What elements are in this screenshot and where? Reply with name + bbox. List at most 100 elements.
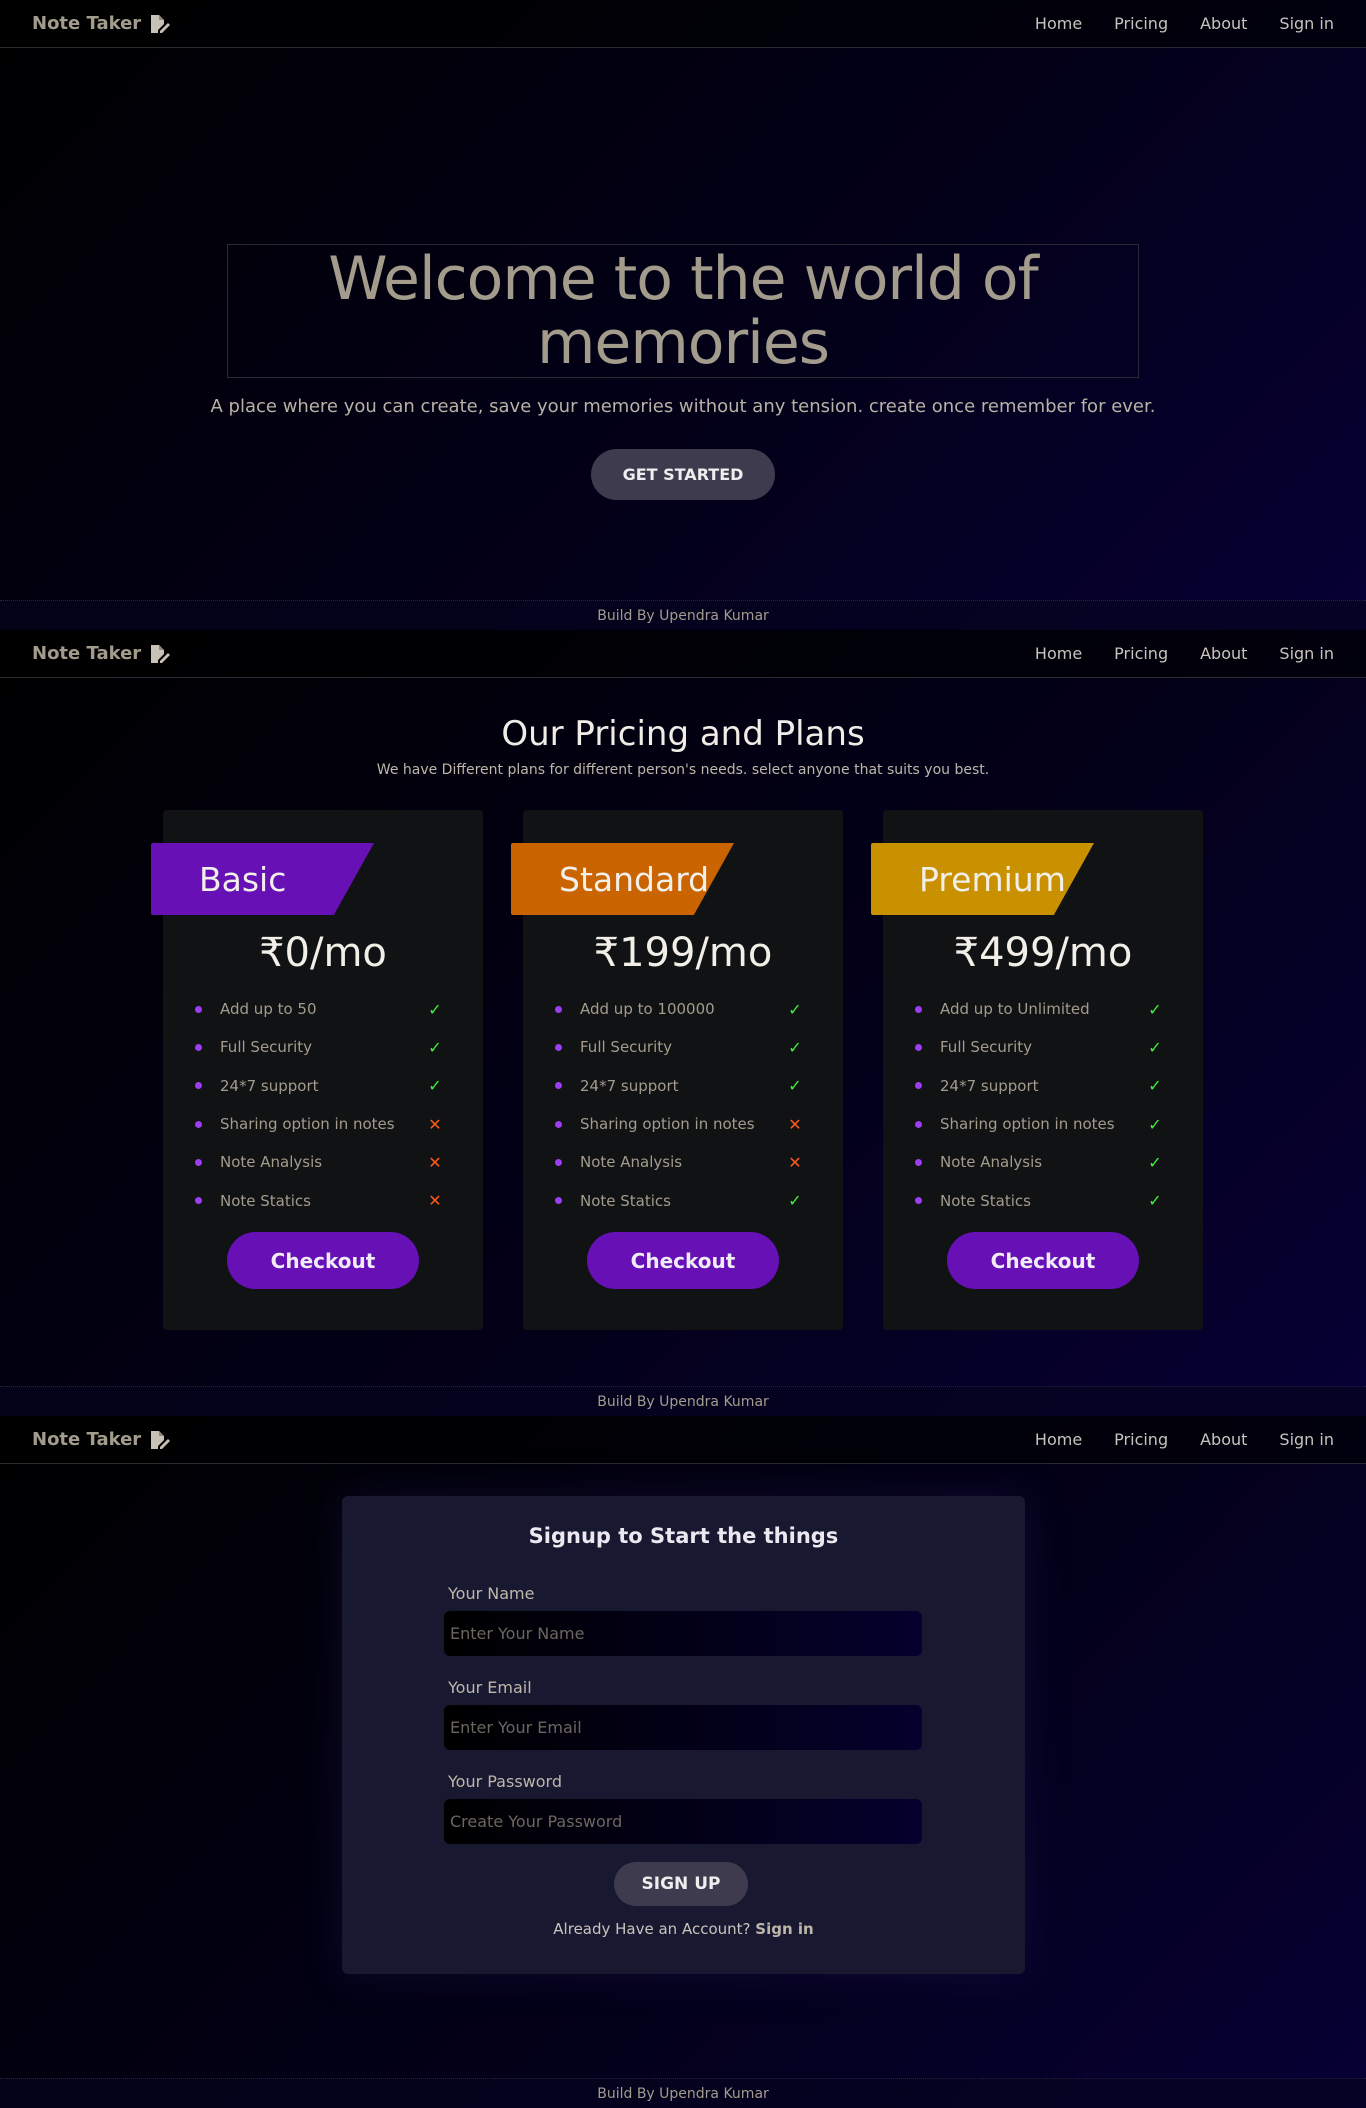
brand[interactable]: Note Taker (32, 1429, 171, 1450)
feature-item: Note Analysis ✕ (195, 1143, 451, 1181)
nav-home[interactable]: Home (1035, 1430, 1082, 1449)
feature-item: Add up to 100000 ✓ (555, 990, 811, 1028)
email-input[interactable] (444, 1705, 922, 1750)
navbar: Note Taker Home Pricing About Sign in (0, 630, 1366, 678)
nav-about[interactable]: About (1200, 1430, 1247, 1449)
check-icon: ✓ (788, 1076, 802, 1096)
feature-list: Add up to 100000 ✓ Full Security ✓ 24*7 supp… (555, 990, 811, 1220)
checkout-button[interactable]: Checkout (227, 1232, 419, 1289)
feature-label: Note Analysis (220, 1153, 323, 1172)
feature-label: Add up to 50 (220, 1000, 317, 1019)
pricing-subtitle: We have Different plans for different pe… (376, 762, 990, 778)
nav-pricing[interactable]: Pricing (1114, 644, 1168, 663)
feature-label: Sharing option in notes (940, 1115, 1115, 1134)
bullet-dot-icon (555, 1197, 562, 1205)
bullet-dot-icon (195, 1197, 202, 1205)
signup-section: Note Taker Home Pricing About Sign in Si… (0, 1416, 1366, 2108)
file-pen-icon (151, 1430, 171, 1449)
hero-title: Welcome to the world of memories (328, 244, 1038, 378)
feature-label: 24*7 support (940, 1076, 1039, 1095)
footer: Build By Upendra Kumar (0, 2078, 1366, 2108)
bullet-dot-icon (915, 1082, 922, 1090)
signup-title: Signup to Start the things (528, 1524, 839, 1548)
nav-links: Home Pricing About Sign in (1035, 644, 1334, 663)
password-input[interactable] (444, 1799, 922, 1844)
feature-item: Add up to Unlimited ✓ (915, 990, 1171, 1028)
checkout-button[interactable]: Checkout (947, 1232, 1139, 1289)
feature-item: Sharing option in notes ✕ (555, 1105, 811, 1143)
feature-label: Note Analysis (580, 1153, 683, 1172)
bullet-dot-icon (915, 1158, 922, 1166)
signup-card: Signup to Start the things Your Name You… (342, 1496, 1025, 1974)
feature-label: Note Analysis (940, 1153, 1043, 1172)
feature-label: 24*7 support (220, 1076, 319, 1095)
sign-in-link[interactable]: Sign in (755, 1920, 813, 1938)
feature-item: Add up to 50 ✓ (195, 990, 451, 1028)
plan-card-standard: Standard ₹199/mo Add up to 100000 ✓ Full S… (511, 810, 843, 1330)
plan-ribbon: Basic (151, 843, 374, 915)
check-icon: ✓ (1148, 1076, 1162, 1096)
name-input[interactable] (444, 1611, 922, 1656)
already-text: Already Have an Account? (553, 1920, 751, 1938)
nav-home[interactable]: Home (1035, 644, 1082, 663)
feature-label: Full Security (940, 1038, 1033, 1057)
bullet-dot-icon (195, 1158, 202, 1166)
feature-item: Note Statics ✓ (555, 1181, 811, 1219)
feature-item: Note Statics ✓ (915, 1181, 1171, 1219)
get-started-button[interactable]: GET STARTED (591, 449, 775, 500)
feature-item: Note Statics ✕ (195, 1181, 451, 1219)
check-icon: ✓ (1148, 999, 1162, 1019)
footer-text: Build By Upendra Kumar (597, 1393, 769, 1410)
nav-pricing[interactable]: Pricing (1114, 1430, 1168, 1449)
footer-text: Build By Upendra Kumar (597, 607, 769, 624)
check-icon: ✓ (428, 1076, 442, 1096)
nav-sign-in[interactable]: Sign in (1279, 644, 1334, 663)
cross-icon: ✕ (428, 1114, 442, 1134)
hero: Welcome to the world of memories A place… (0, 0, 1366, 630)
feature-label: 24*7 support (580, 1076, 679, 1095)
bullet-dot-icon (915, 1043, 922, 1051)
feature-label: Sharing option in notes (580, 1115, 755, 1134)
nav-links: Home Pricing About Sign in (1035, 1430, 1334, 1449)
check-icon: ✓ (1148, 1152, 1162, 1172)
footer: Build By Upendra Kumar (0, 1386, 1366, 1416)
feature-item: 24*7 support ✓ (555, 1067, 811, 1105)
bullet-dot-icon (915, 1005, 922, 1013)
pricing-title: Our Pricing and Plans (501, 714, 865, 754)
plan-ribbon: Premium (871, 843, 1094, 915)
feature-label: Note Statics (220, 1191, 311, 1210)
pricing-cards: Basic ₹0/mo Add up to 50 ✓ Full Security ✓ 2… (0, 810, 1366, 1330)
feature-list: Add up to 50 ✓ Full Security ✓ 24*7 support ✓… (195, 990, 451, 1220)
feature-label: Add up to 100000 (580, 1000, 715, 1019)
file-pen-icon (151, 644, 171, 663)
bullet-dot-icon (195, 1043, 202, 1051)
brand[interactable]: Note Taker (32, 643, 171, 664)
footer-text: Build By Upendra Kumar (597, 2085, 769, 2102)
feature-label: Sharing option in notes (220, 1115, 395, 1134)
plan-price: ₹199/mo (593, 930, 773, 976)
brand-name: Note Taker (32, 643, 142, 664)
signup-form: Your Name Your Email Your Password (444, 1584, 922, 1866)
feature-label: Full Security (580, 1038, 673, 1057)
brand-name: Note Taker (32, 1429, 142, 1450)
check-icon: ✓ (428, 999, 442, 1019)
cross-icon: ✕ (428, 1152, 442, 1172)
bullet-dot-icon (555, 1005, 562, 1013)
sign-up-button[interactable]: SIGN UP (614, 1862, 748, 1906)
checkout-button[interactable]: Checkout (587, 1232, 779, 1289)
footer: Build By Upendra Kumar (0, 600, 1366, 630)
already-account: Already Have an Account? Sign in (342, 1920, 1025, 1938)
nav-sign-in[interactable]: Sign in (1279, 1430, 1334, 1449)
hero-title-box: Welcome to the world of memories (227, 244, 1139, 378)
plan-ribbon: Standard (511, 843, 734, 915)
cross-icon: ✕ (788, 1152, 802, 1172)
nav-about[interactable]: About (1200, 644, 1247, 663)
cross-icon: ✕ (788, 1114, 802, 1134)
feature-item: Note Analysis ✕ (555, 1143, 811, 1181)
pricing-header: Our Pricing and Plans We have Different … (0, 714, 1366, 778)
feature-item: Sharing option in notes ✓ (915, 1105, 1171, 1143)
bullet-dot-icon (555, 1120, 562, 1128)
feature-item: Sharing option in notes ✕ (195, 1105, 451, 1143)
feature-label: Full Security (220, 1038, 313, 1057)
check-icon: ✓ (788, 1037, 802, 1057)
